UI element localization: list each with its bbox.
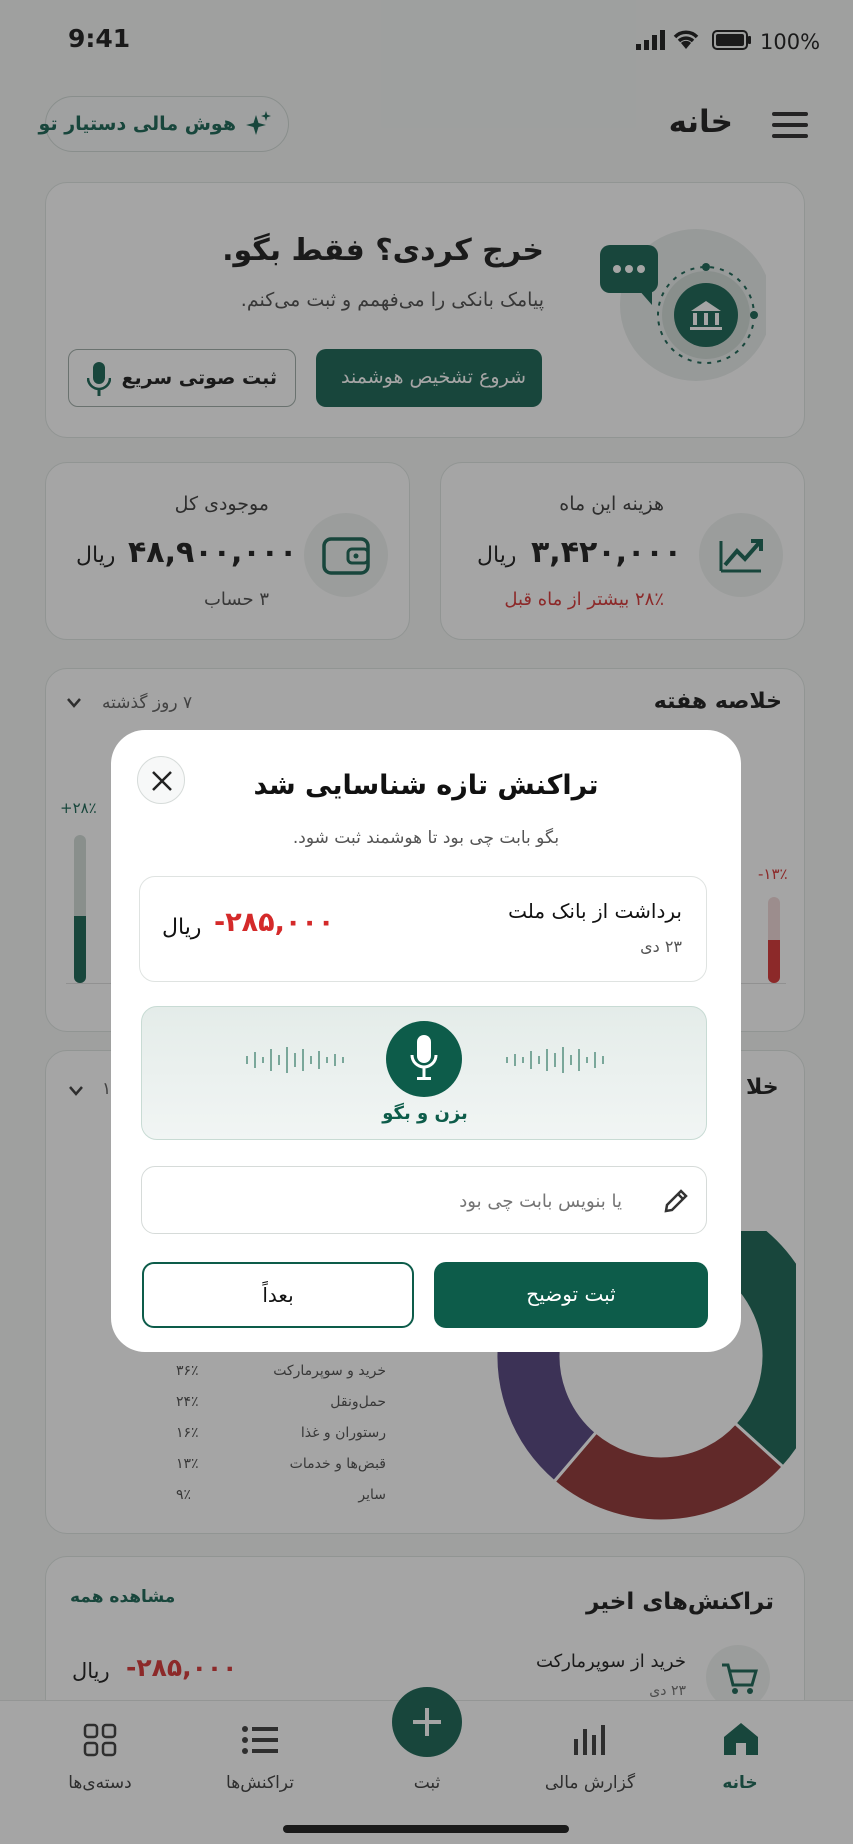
pencil-icon — [662, 1187, 690, 1215]
modal-title: تراکنش تازه شناسایی شد — [253, 770, 599, 801]
modal-subtitle: بگو بابت چی بود تا هوشمند ثبت شود. — [292, 828, 560, 848]
waveform-icon — [246, 1045, 346, 1075]
detected-transaction: برداشت از بانک ملت ۲۳ دی ریال -۲۸۵,۰۰۰ — [139, 876, 707, 982]
record-button[interactable] — [386, 1021, 462, 1097]
description-field[interactable] — [141, 1166, 707, 1234]
detected-transaction-title: برداشت از بانک ملت — [508, 899, 682, 923]
later-button[interactable]: بعداً — [142, 1262, 414, 1328]
submit-description-button[interactable]: ثبت توضیح — [434, 1262, 708, 1328]
waveform-icon — [506, 1045, 606, 1075]
microphone-icon — [410, 1035, 438, 1083]
detected-transaction-date: ۲۳ دی — [640, 937, 682, 956]
voice-record-panel[interactable]: بزن و بگو — [141, 1006, 707, 1140]
submit-description-button-label: ثبت توضیح — [526, 1282, 616, 1306]
later-button-label: بعداً — [262, 1283, 294, 1307]
detected-transaction-amount: -۲۸۵,۰۰۰ — [214, 907, 335, 938]
voice-label: بزن و بگو — [382, 1103, 468, 1124]
description-input[interactable] — [222, 1181, 622, 1221]
transaction-modal: تراکنش تازه شناسایی شد بگو بابت چی بود ت… — [111, 730, 741, 1352]
detected-transaction-unit: ریال — [162, 915, 202, 940]
